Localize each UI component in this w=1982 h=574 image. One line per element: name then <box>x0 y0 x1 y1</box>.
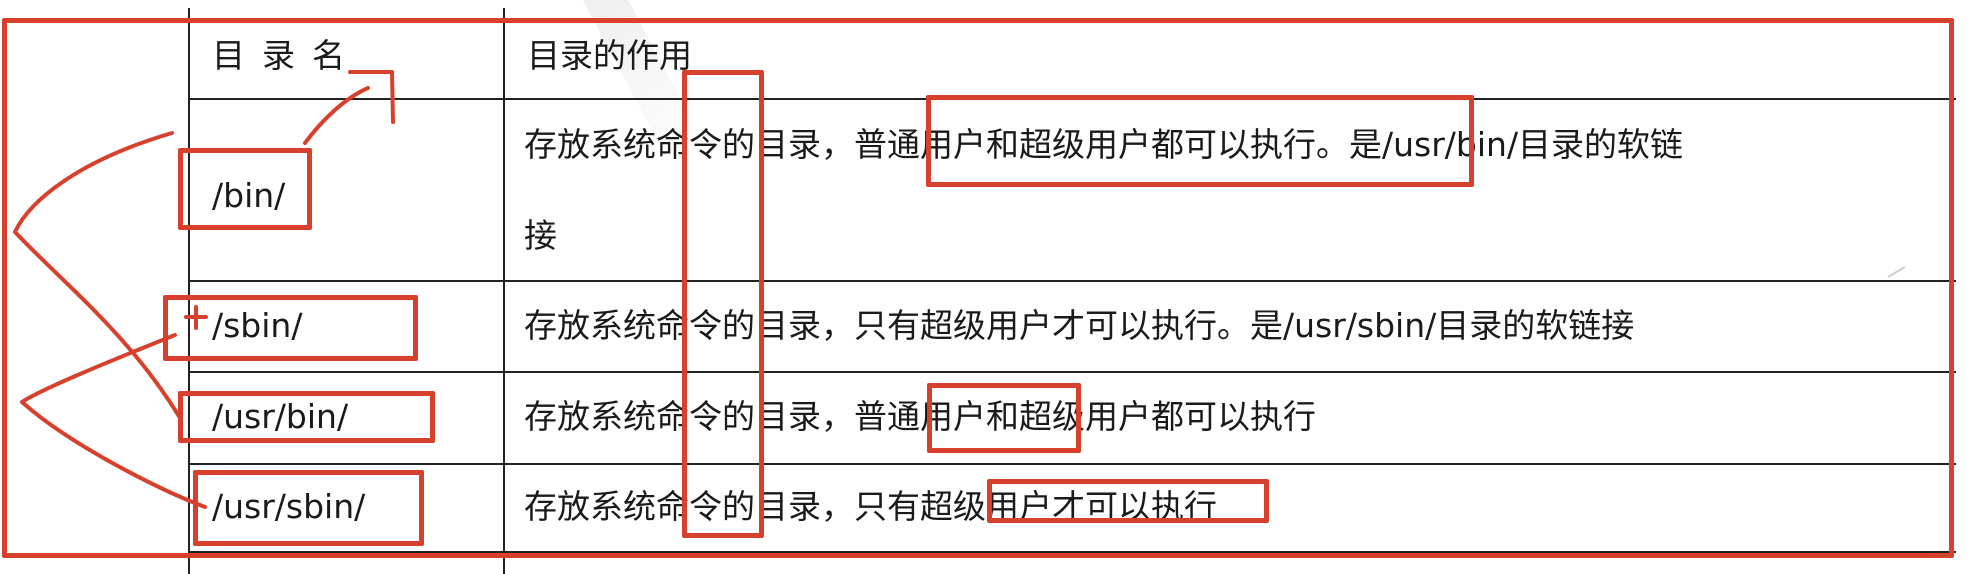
annotation-normal-and-super-user-box <box>926 95 1474 187</box>
annotation-bin-box <box>178 148 312 230</box>
annotation-normal-user-box <box>927 383 1081 453</box>
document-page: 目录名 目录的作用 /bin/ 存放系统命令的目录，普通用户和超级用户都可以执行… <box>0 0 1982 574</box>
annotation-command-column-box <box>682 70 764 538</box>
annotation-usr-bin-box <box>178 391 435 443</box>
annotation-usr-sbin-box <box>193 470 424 546</box>
annotation-super-user-box <box>987 479 1269 523</box>
annotation-sbin-box <box>163 295 418 361</box>
